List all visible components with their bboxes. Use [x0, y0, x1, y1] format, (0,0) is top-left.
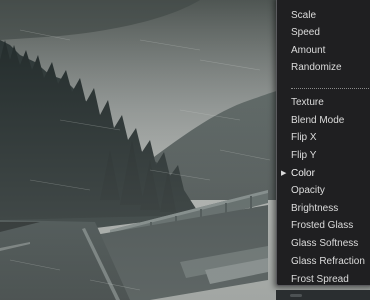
effect-property-menu: Scale Speed Amount Randomize Texture Ble…: [276, 0, 370, 286]
menu-item-flip-x[interactable]: Flip X: [277, 129, 370, 146]
menu-item-speed[interactable]: Speed: [277, 24, 370, 41]
menu-item-opacity[interactable]: Opacity: [277, 182, 370, 199]
menu-item-blend-mode[interactable]: Blend Mode: [277, 112, 370, 129]
menu-item-frosted-glass[interactable]: Frosted Glass: [277, 217, 370, 234]
menu-item-flip-y[interactable]: Flip Y: [277, 147, 370, 164]
menu-separator: [291, 88, 370, 89]
menu-item-texture[interactable]: Texture: [277, 94, 370, 111]
menu-item-color[interactable]: ▶ Color: [277, 165, 370, 182]
menu-item-glass-refraction[interactable]: Glass Refraction: [277, 253, 370, 270]
menu-item-scale[interactable]: Scale: [277, 7, 370, 24]
selected-arrow-icon: ▶: [281, 170, 287, 177]
menu-item-amount[interactable]: Amount: [277, 42, 370, 59]
menu-item-glass-softness[interactable]: Glass Softness: [277, 235, 370, 252]
menu-item-frost-spread[interactable]: Frost Spread: [277, 271, 370, 285]
menu-item-brightness[interactable]: Brightness: [277, 200, 370, 217]
resize-handle-icon[interactable]: [290, 294, 302, 297]
menu-item-randomize[interactable]: Randomize: [277, 59, 370, 76]
menu-item-color-label: Color: [291, 168, 315, 179]
